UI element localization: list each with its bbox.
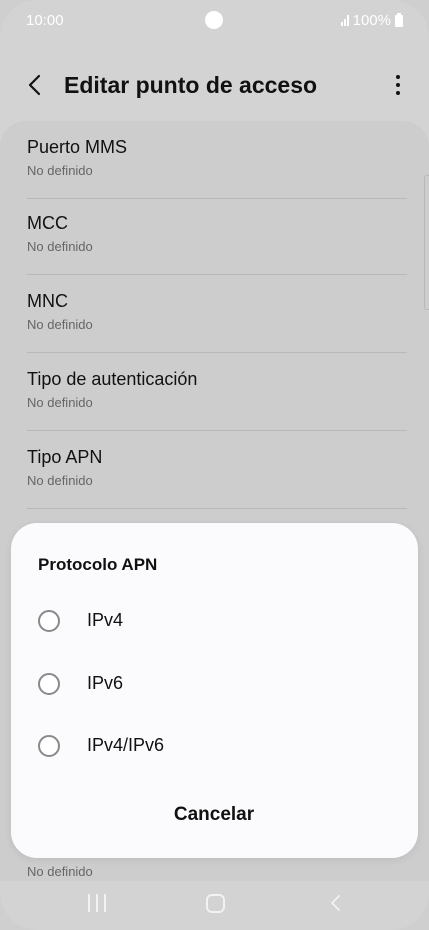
option-ipv4[interactable]: IPv4	[11, 595, 418, 651]
option-label: IPv6	[87, 673, 124, 693]
option-label: IPv4	[87, 610, 124, 630]
option-ipv6[interactable]: IPv6	[11, 658, 418, 714]
radio-button[interactable]	[38, 735, 60, 757]
back-icon[interactable]	[326, 892, 346, 914]
radio-button[interactable]	[38, 610, 60, 632]
option-ipv4-ipv6[interactable]: IPv4/IPv6	[11, 720, 418, 776]
dialog-title: Protocolo APN	[38, 555, 158, 574]
cancel-button[interactable]: Cancelar	[114, 793, 314, 837]
option-label: IPv4/IPv6	[87, 735, 165, 755]
apn-protocol-dialog: Protocolo APN IPv4 IPv6 IPv4/IPv6 Cancel…	[11, 523, 418, 858]
recent-apps-icon[interactable]	[88, 894, 106, 912]
home-icon[interactable]	[206, 894, 225, 913]
navigation-bar	[0, 884, 429, 930]
phone-screen: 10:00 100% Editar punto de acceso Puerto…	[0, 0, 429, 930]
radio-button[interactable]	[38, 673, 60, 695]
